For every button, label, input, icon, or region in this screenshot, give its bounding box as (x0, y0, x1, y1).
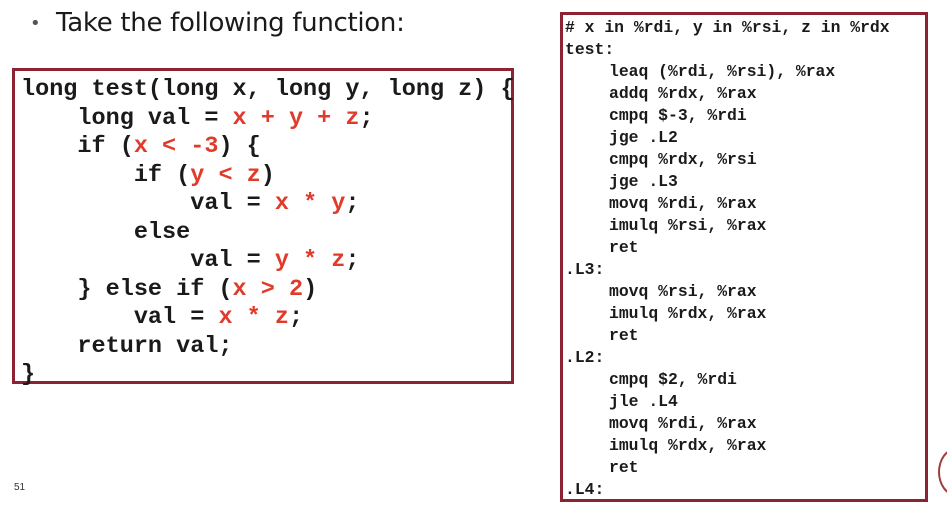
code-text: val = (21, 304, 219, 331)
asm-instruction: movq %rdi, %rax (609, 194, 757, 213)
asm-instruction: addq %rdx, %rax (609, 84, 757, 103)
c-code-line: } (21, 361, 511, 390)
asm-instruction: imulq %rdx, %rax (609, 436, 767, 455)
code-text: ; (288, 304, 304, 331)
c-code-line: } else if (x > 2) (21, 276, 511, 305)
c-code-line: if (y < z) (21, 162, 511, 191)
c-code-line: if (x < -3) { (21, 133, 511, 162)
code-text: long val = (21, 104, 233, 132)
asm-instruction: jge .L2 (609, 128, 678, 147)
code-text: return val; (21, 332, 233, 360)
bullet-text: Take the following function: (56, 8, 405, 38)
asm-instruction: ret (609, 326, 639, 345)
asm-instruction: ret (609, 458, 639, 477)
code-text: val = (21, 190, 275, 217)
asm-instruction: leaq (%rdi, %rsi), %rax (609, 62, 836, 81)
bullet-dot-icon: • (30, 12, 41, 34)
c-code-line: long test(long x, long y, long z) { (21, 76, 515, 105)
asm-instruction: ret (609, 238, 639, 257)
code-text: if ( (21, 133, 134, 160)
highlighted-expression: x + y + z (232, 104, 360, 132)
code-text: ; (345, 247, 360, 274)
asm-label: .L4: (565, 480, 605, 499)
highlighted-expression: y < z (190, 161, 261, 189)
asm-instruction: cmpq $-3, %rdi (609, 106, 747, 125)
asm-instruction: imulq %rsi, %rax (609, 216, 767, 235)
university-seal-icon (938, 448, 947, 496)
asm-instruction: movq %rdi, %rax (609, 414, 757, 433)
asm-instruction: rep; ret (565, 501, 925, 502)
code-text: ; (359, 104, 374, 132)
code-text: if ( (21, 161, 191, 189)
asm-instruction: cmpq $2, %rdi (609, 370, 737, 389)
code-text: ) (303, 275, 318, 303)
asm-instruction: movq %rsi, %rax (609, 282, 757, 301)
code-text: long test(long x, long y, long z) { (21, 76, 515, 103)
highlighted-expression: x * y (274, 190, 346, 217)
asm-label: .L3: (565, 260, 605, 279)
asm-instruction: jle .L4 (609, 392, 678, 411)
page-number: 51 (14, 482, 26, 493)
c-function-code: long test(long x, long y, long z) { long… (15, 71, 515, 390)
highlighted-expression: x > 2 (232, 275, 304, 303)
assembly-code-box: # x in %rdi, y in %rsi, z in %rdx test: le… (560, 12, 928, 502)
c-code-line: else (21, 219, 511, 248)
code-text: ) (260, 161, 275, 189)
highlighted-expression: y * z (274, 247, 346, 274)
code-text: ) { (218, 133, 261, 160)
c-code-line: val = y * z; (21, 247, 511, 276)
c-code-line: return val; (21, 333, 511, 362)
asm-label: test: (565, 40, 615, 59)
asm-label: # x in %rdi, y in %rsi, z in %rdx (565, 18, 890, 37)
code-text: else (21, 218, 191, 246)
c-code-box: long test(long x, long y, long z) { long… (12, 68, 515, 388)
code-text: } (21, 361, 36, 388)
asm-label: .L2: (565, 348, 605, 367)
bullet-point: • Take the following function: (30, 8, 405, 38)
assembly-listing: # x in %rdi, y in %rsi, z in %rdx test: le… (563, 15, 925, 502)
c-code-line: val = x * y; (21, 190, 511, 219)
code-text: val = (21, 247, 275, 274)
c-code-line: long val = x + y + z; (21, 105, 511, 134)
highlighted-expression: x < -3 (133, 133, 219, 160)
highlighted-expression: x * z (218, 304, 289, 331)
c-code-line: val = x * z; (21, 304, 511, 333)
code-text: ; (345, 190, 360, 217)
asm-instruction: imulq %rdx, %rax (609, 304, 767, 323)
asm-instruction: cmpq %rdx, %rsi (609, 150, 757, 169)
asm-instruction: jge .L3 (609, 172, 678, 191)
code-text: } else if ( (21, 275, 233, 303)
